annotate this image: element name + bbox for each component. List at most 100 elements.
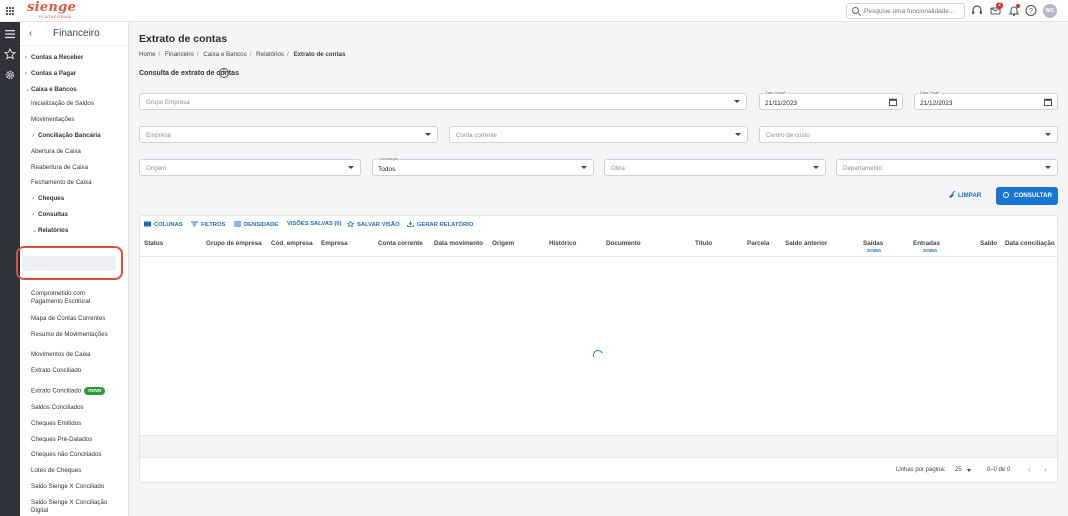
sidebar-item-label: Conciliação Bancária xyxy=(38,132,101,139)
sidebar-item[interactable]: Extrato Conciliado novo xyxy=(20,387,124,396)
sidebar-item[interactable]: Cheques Pré-Datados xyxy=(20,436,124,444)
star-icon xyxy=(347,221,354,227)
column-header[interactable]: Parcela xyxy=(747,240,769,247)
consultar-button[interactable]: CONSULTAR xyxy=(996,187,1058,205)
column-header[interactable]: Saldo xyxy=(980,240,997,247)
column-header[interactable]: Conta corrente xyxy=(378,240,423,247)
sidebar-item[interactable]: Saldos Conciliados xyxy=(20,404,124,412)
soma-label: SOMA xyxy=(923,249,938,254)
sidebar-item-label: Movimentações xyxy=(31,116,75,123)
info-icon[interactable]: i xyxy=(219,68,229,78)
messages-icon[interactable]: 2 xyxy=(990,2,1003,17)
column-header[interactable]: Saídas xyxy=(863,240,883,247)
sidebar-item-label: Lotes de Cheques xyxy=(31,467,82,474)
feature-search[interactable] xyxy=(846,3,965,19)
sidebar-item[interactable]: Lotes de Cheques xyxy=(20,467,124,475)
sidebar-item-label: Cheques Pré-Datados xyxy=(31,436,93,443)
sidebar-item[interactable]: Cheques não Conciliados xyxy=(20,451,124,459)
sidebar-item-label: Contas a Receber xyxy=(31,54,84,61)
column-header[interactable]: Grupo de empresa xyxy=(206,240,262,247)
empresa-select[interactable]: Empresa xyxy=(139,126,438,143)
calendar-icon[interactable] xyxy=(889,98,897,106)
column-header[interactable]: Documento xyxy=(606,240,641,247)
save-view-button[interactable]: SALVAR VISÃO xyxy=(347,221,400,228)
generate-report-button[interactable]: GERAR RELATÓRIO xyxy=(407,221,473,228)
sidebar-item[interactable]: › Cheques xyxy=(20,195,124,203)
column-header[interactable]: Origem xyxy=(492,240,514,247)
sidebar-item[interactable]: Movimentações xyxy=(20,116,124,124)
breadcrumb-financeiro[interactable]: Financeiro xyxy=(165,51,194,58)
settings-gear-icon[interactable] xyxy=(4,69,16,81)
sidebar-item[interactable]: Saldo Sienge X Conciliado xyxy=(20,483,116,491)
limpar-button[interactable]: LIMPAR xyxy=(948,190,981,199)
sidebar-item[interactable]: ⌄Caixa e Bancos xyxy=(20,86,124,94)
column-header[interactable]: Título xyxy=(695,240,712,247)
saved-views-button[interactable]: VISÕES SALVAS (0) xyxy=(287,221,342,227)
column-header[interactable]: Histórico xyxy=(549,240,576,247)
sidebar-item[interactable]: Cheques Emitidos xyxy=(20,420,124,428)
column-header[interactable]: Status xyxy=(144,240,163,247)
sidebar-item[interactable]: › Contas a Pagar xyxy=(20,70,124,78)
search-input[interactable] xyxy=(864,6,962,17)
column-header[interactable]: Empresa xyxy=(321,240,348,247)
breadcrumb-relatorios[interactable]: Relatórios xyxy=(256,51,284,58)
sidebar-item[interactable]: Resumo de Movimentações xyxy=(20,331,124,339)
column-header[interactable]: Data conciliação xyxy=(1005,240,1055,247)
sidebar-item[interactable]: Reabertura de Caixa xyxy=(20,164,124,172)
main-content: Extrato de contas Home / Financeiro / Caix… xyxy=(129,22,1068,516)
sidebar-item[interactable]: Movimentos de Caixa xyxy=(20,351,124,359)
conciliacao-select[interactable]: Conciliação Todos xyxy=(372,157,594,176)
column-header[interactable]: Entradas xyxy=(913,240,940,247)
apps-grid-icon[interactable] xyxy=(6,7,14,15)
obra-select[interactable]: Obra xyxy=(604,159,826,176)
sienge-logo[interactable]: sienge PLATAFORMA xyxy=(27,1,76,19)
filters-button[interactable]: FILTROS xyxy=(191,221,225,228)
breadcrumb-caixa-bancos[interactable]: Caixa e Bancos xyxy=(203,51,246,58)
column-header[interactable]: Data movimento xyxy=(434,240,483,247)
sidebar-item-label: Caixa e Bancos xyxy=(31,86,77,93)
column-header[interactable]: Cód. empresa xyxy=(271,240,313,247)
sidebar-item-label: Contas a Pagar xyxy=(31,70,77,77)
notifications-bell-icon[interactable] xyxy=(1008,4,1020,17)
favorites-star-icon[interactable] xyxy=(3,47,17,60)
sidebar-item[interactable]: ⌄Relatórios xyxy=(20,227,124,235)
origem-select[interactable]: Origem xyxy=(139,159,361,176)
sidebar-item[interactable]: › Consultas xyxy=(20,211,124,219)
sidebar-item[interactable]: Abertura de Caixa xyxy=(20,148,124,156)
calendar-icon[interactable] xyxy=(1044,98,1052,106)
help-icon[interactable]: ? xyxy=(1025,4,1037,17)
sidebar-item[interactable]: › Conciliação Bancária xyxy=(20,132,124,140)
breadcrumb-home[interactable]: Home xyxy=(139,51,156,58)
dropdown-arrow-icon xyxy=(581,166,587,169)
centro-custo-select[interactable]: Centro de custo xyxy=(759,126,1058,143)
data-inicial-field[interactable]: Data Inicial* 21/11/2023 xyxy=(759,91,903,110)
logo-subtitle: PLATAFORMA xyxy=(39,14,72,19)
sidebar-item[interactable]: Extrato Conciliado xyxy=(20,367,124,375)
user-avatar[interactable]: WC xyxy=(1043,4,1057,18)
sidebar-item-label: Mapa de Contas Correntes xyxy=(31,315,106,322)
back-chevron-icon[interactable]: ‹ xyxy=(29,28,32,39)
sidebar-item[interactable]: Comprometido com Pagamento Escritural xyxy=(20,290,116,306)
download-icon xyxy=(407,221,414,227)
column-header[interactable]: Saldo anterior xyxy=(785,240,827,247)
departamento-select[interactable]: Departamento xyxy=(836,159,1058,176)
conta-corrente-select[interactable]: Conta corrente xyxy=(449,126,748,143)
previous-page-icon[interactable]: ‹ xyxy=(1028,465,1031,474)
sidebar-item[interactable]: Fechamento de Caixa xyxy=(20,179,124,187)
next-page-icon[interactable]: › xyxy=(1044,465,1047,474)
columns-button[interactable]: COLUNAS xyxy=(144,221,183,228)
sidebar-item-label: Cheques Emitidos xyxy=(31,420,82,427)
grupo-empresa-select[interactable]: Grupo Empresa xyxy=(139,93,747,110)
rows-per-page-label: Linhas por página: xyxy=(896,467,946,473)
headset-icon[interactable] xyxy=(971,4,983,17)
sidebar-item[interactable]: Mapa de Contas Correntes xyxy=(20,315,124,323)
rows-per-page-select[interactable]: 25 xyxy=(955,467,962,473)
top-bar: sienge PLATAFORMA 2 ? WC xyxy=(0,0,1068,22)
data-final-field[interactable]: Data Final* 21/12/2023 xyxy=(914,91,1058,110)
sidebar-item[interactable]: Inicialização de Saldos xyxy=(20,100,124,108)
sidebar-item[interactable]: Saldo Sienge X Conciliação Digital xyxy=(20,499,116,515)
density-button[interactable]: DENSIDADE xyxy=(234,221,278,228)
sidebar-item[interactable]: › Contas a Receber xyxy=(20,54,124,62)
menu-hamburger-icon[interactable] xyxy=(4,28,16,40)
sidebar-item-label: Resumo de Movimentações xyxy=(31,331,108,338)
